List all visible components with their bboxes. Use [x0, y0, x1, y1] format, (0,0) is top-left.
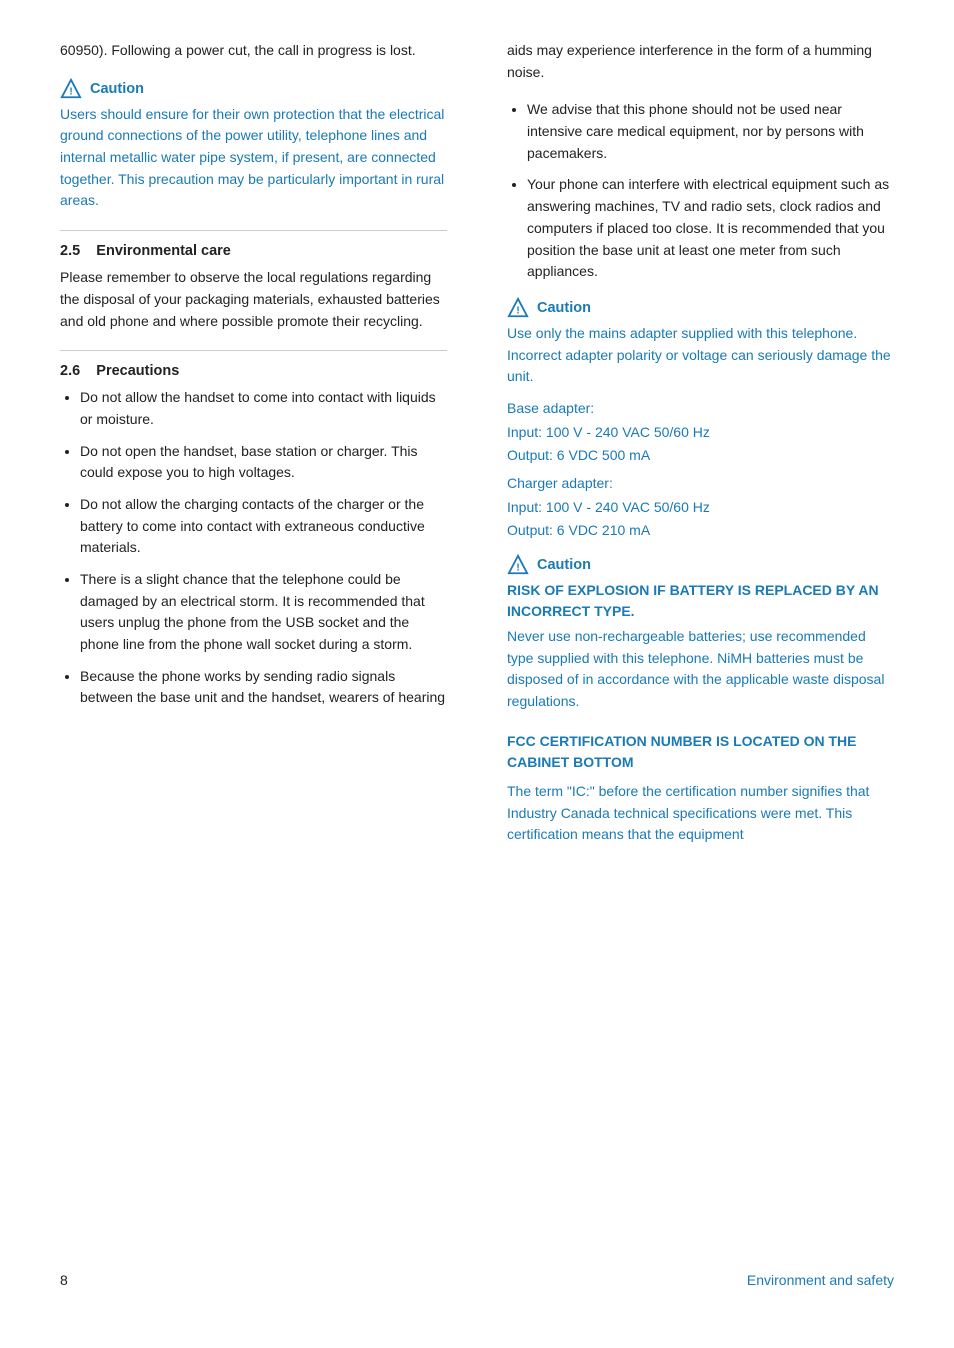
- list-item: We advise that this phone should not be …: [527, 99, 894, 164]
- intro-text-block: 60950). Following a power cut, the call …: [60, 40, 447, 62]
- caution-3-text: Never use non-rechargeable batteries; us…: [507, 626, 894, 713]
- caution-2-text: Use only the mains adapter supplied with…: [507, 323, 894, 388]
- fcc-text: The term "IC:" before the certification …: [507, 781, 894, 846]
- right-bullet-list: We advise that this phone should not be …: [507, 99, 894, 283]
- charger-output: Output: 6 VDC 210 mA: [507, 520, 894, 542]
- section-25-text: Please remember to observe the local reg…: [60, 267, 447, 332]
- list-item: Your phone can interfere with electrical…: [527, 174, 894, 282]
- fcc-heading: FCC CERTIFICATION NUMBER IS LOCATED ON T…: [507, 731, 894, 773]
- left-column: 60950). Following a power cut, the call …: [60, 40, 457, 1252]
- caution-1-header: ! Caution: [60, 78, 447, 100]
- caution-1-label: Caution: [90, 81, 144, 97]
- divider-2: [60, 350, 447, 351]
- svg-text:!: !: [516, 563, 519, 574]
- section-26-heading: 2.6 Precautions: [60, 363, 447, 379]
- svg-text:!: !: [69, 86, 72, 97]
- caution-3-label: Caution: [537, 557, 591, 573]
- caution-1-icon: !: [60, 78, 82, 100]
- hearing-continues: aids may experience interference in the …: [507, 40, 894, 83]
- base-output: Output: 6 VDC 500 mA: [507, 445, 894, 467]
- caution-1-block: ! Caution Users should ensure for their …: [60, 78, 447, 212]
- base-adapter-label: Base adapter:: [507, 398, 894, 420]
- charger-input: Input: 100 V - 240 VAC 50/60 Hz: [507, 497, 894, 519]
- right-column: aids may experience interference in the …: [497, 40, 894, 1252]
- section-26-block: 2.6 Precautions Do not allow the handset…: [60, 363, 447, 709]
- caution-3-caps: RISK OF EXPLOSION IF BATTERY IS REPLACED…: [507, 580, 894, 622]
- page-footer: 8 Environment and safety: [60, 1252, 894, 1288]
- section-26-number: 2.6: [60, 363, 80, 379]
- caution-3-header: ! Caution: [507, 554, 894, 576]
- caution-2-block: ! Caution Use only the mains adapter sup…: [507, 297, 894, 542]
- section-25-number: 2.5: [60, 243, 80, 259]
- page-container: 60950). Following a power cut, the call …: [0, 0, 954, 1348]
- list-item: Do not open the handset, base station or…: [80, 441, 447, 484]
- base-input: Input: 100 V - 240 VAC 50/60 Hz: [507, 422, 894, 444]
- page-number: 8: [60, 1272, 68, 1288]
- charger-adapter-label: Charger adapter:: [507, 473, 894, 495]
- caution-2-header: ! Caution: [507, 297, 894, 319]
- section-26-list: Do not allow the handset to come into co…: [60, 387, 447, 709]
- list-item: Do not allow the handset to come into co…: [80, 387, 447, 430]
- caution-2-label: Caution: [537, 300, 591, 316]
- list-item: There is a slight chance that the teleph…: [80, 569, 447, 656]
- divider-1: [60, 230, 447, 231]
- section-26-title: Precautions: [96, 363, 179, 379]
- section-25-heading: 2.5 Environmental care: [60, 243, 447, 259]
- list-item: Because the phone works by sending radio…: [80, 666, 447, 709]
- caution-2-icon: !: [507, 297, 529, 319]
- footer-section-title: Environment and safety: [747, 1272, 894, 1288]
- two-column-layout: 60950). Following a power cut, the call …: [60, 40, 894, 1252]
- list-item: Do not allow the charging contacts of th…: [80, 494, 447, 559]
- caution-1-text: Users should ensure for their own protec…: [60, 104, 447, 212]
- svg-text:!: !: [516, 305, 519, 316]
- fcc-block: FCC CERTIFICATION NUMBER IS LOCATED ON T…: [507, 731, 894, 846]
- section-25-block: 2.5 Environmental care Please remember t…: [60, 243, 447, 332]
- caution-3-icon: !: [507, 554, 529, 576]
- caution-3-block: ! Caution RISK OF EXPLOSION IF BATTERY I…: [507, 554, 894, 713]
- section-25-title: Environmental care: [96, 243, 231, 259]
- intro-text: 60950). Following a power cut, the call …: [60, 42, 416, 58]
